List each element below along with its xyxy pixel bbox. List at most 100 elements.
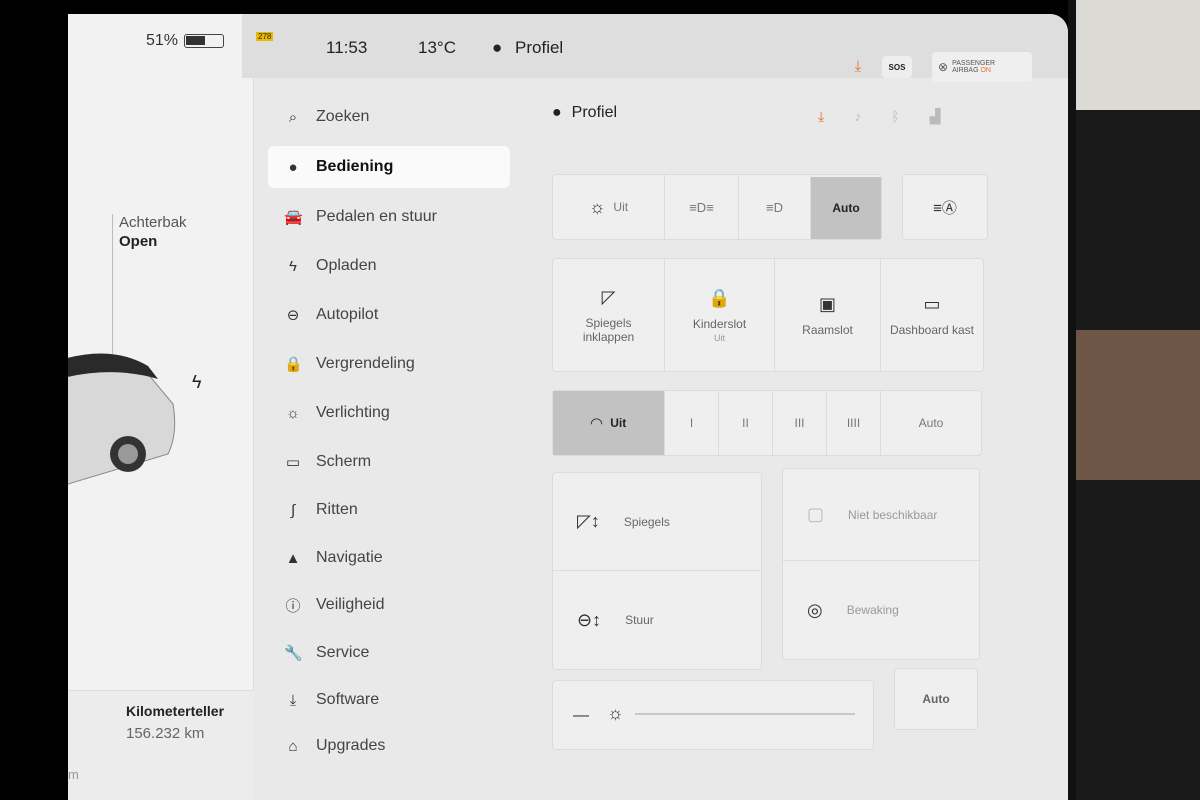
tile-label: Kinderslot xyxy=(692,316,747,331)
nav-item-veiligheid[interactable]: ⓘ Veiligheid xyxy=(268,584,510,626)
car-image xyxy=(68,353,176,485)
nav-label: Software xyxy=(316,691,380,708)
parking-lights-icon: ≡D≡ xyxy=(689,199,714,215)
wipers-auto-label: Auto xyxy=(918,416,944,430)
trunk-label: Achterbak xyxy=(119,214,187,231)
nav-label: Vergrendeling xyxy=(316,355,415,372)
nav-item-opladen[interactable]: ϟ Opladen xyxy=(268,245,510,287)
sentry-icon: ◎ xyxy=(807,599,823,620)
tile-sub: Uit xyxy=(714,332,725,343)
steering-wheel-icon: ⊖ xyxy=(286,307,300,324)
profile-label: Profiel xyxy=(515,38,564,57)
wood-trim xyxy=(1068,330,1200,480)
search-label: Zoeken xyxy=(316,108,370,125)
glovebox-button[interactable]: ▭ Dashboard kast xyxy=(881,259,983,371)
person-icon: ● xyxy=(492,38,503,57)
nav-item-ritten[interactable]: ∫ Ritten xyxy=(268,489,510,531)
adjust-mirrors-button[interactable]: ◸↕ Spiegels xyxy=(553,473,761,571)
trips-icon: ∫ xyxy=(290,501,296,519)
child-lock-button[interactable]: 🔒 Kinderslot Uit xyxy=(665,259,775,371)
airbag-line1: PASSENGER xyxy=(952,60,996,67)
wipers-off-button[interactable]: ◠ Uit xyxy=(553,391,665,455)
wiper-speed-2[interactable]: II xyxy=(719,391,773,455)
airbag-line2: AIRBAG xyxy=(952,67,979,74)
download-icon[interactable]: ⤓ xyxy=(844,54,872,78)
odometer: Kilometerteller 156.232 km m xyxy=(68,690,254,800)
quick-controls: ◸ Spiegels inklappen 🔒 Kinderslot Uit ▣ … xyxy=(552,258,984,372)
speed-limit-badge: 278 xyxy=(256,32,274,41)
fold-mirrors-button[interactable]: ◸ Spiegels inklappen xyxy=(553,259,665,371)
lights-off-label: Uit xyxy=(613,200,629,214)
window-lock-button[interactable]: ▣ Raamslot xyxy=(775,259,881,371)
toggle-icon: ● xyxy=(288,158,298,176)
profile-header[interactable]: ● Profiel xyxy=(552,104,617,122)
sun-icon: ☼ xyxy=(286,404,300,422)
brightness-slider[interactable] xyxy=(635,713,855,715)
nav-item-bediening[interactable]: ● Bediening xyxy=(268,146,510,188)
wiper-speed-label: II xyxy=(742,416,749,430)
airbag-icon: ⊗ xyxy=(938,60,949,74)
nav-item-autopilot[interactable]: ⊖ Autopilot xyxy=(268,294,510,336)
search-item[interactable]: ⌕ Zoeken xyxy=(268,96,510,138)
bolt-icon: ϟ xyxy=(289,257,297,275)
download-icon[interactable]: ⤓ xyxy=(818,108,824,125)
dashboard-background xyxy=(1068,0,1200,800)
wiper-icon: ◠ xyxy=(590,415,603,432)
adjust-steering-button[interactable]: ⊖↕ Stuur xyxy=(553,571,761,669)
auto-high-beam-button[interactable]: ≡Ⓐ xyxy=(902,174,988,240)
wiper-speed-1[interactable]: I xyxy=(665,391,719,455)
sentry-mode-button[interactable]: ◎ Bewaking xyxy=(783,561,979,659)
parking-lights-button[interactable]: ≡D≡ xyxy=(665,175,739,239)
bell-icon[interactable]: ♪ xyxy=(854,108,861,125)
battery-indicator: 51% xyxy=(146,32,225,50)
lights-off-button[interactable]: ☼ Uit xyxy=(553,175,665,239)
person-icon: ● xyxy=(552,104,562,121)
nav-item-scherm[interactable]: ▭ Scherm xyxy=(268,441,510,483)
status-bar: 278 11:53 13°C ● Profiel ⤓ SOS ⊗ PASSENG… xyxy=(242,14,1068,82)
sos-button[interactable]: SOS xyxy=(882,56,912,78)
wiper-speed-3[interactable]: III xyxy=(773,391,827,455)
screen-frame xyxy=(1068,0,1076,800)
nav-label: Upgrades xyxy=(316,737,386,754)
nav-item-vergrendeling[interactable]: 🔒 Vergrendeling xyxy=(268,343,510,385)
nav-label: Scherm xyxy=(316,453,372,470)
trunk-status[interactable]: Achterbak Open xyxy=(112,214,187,354)
nav-item-software[interactable]: ⤓ Software xyxy=(268,679,510,721)
low-beam-icon: ≡D xyxy=(766,199,783,215)
mirror-adjust-icon: ◸↕ xyxy=(577,511,600,531)
bluetooth-icon[interactable]: ᛒ xyxy=(891,108,899,125)
nav-item-verlichting[interactable]: ☼ Verlichting xyxy=(268,392,510,434)
glovebox-icon: ▭ xyxy=(923,293,941,314)
battery-icon xyxy=(184,34,225,48)
header-icons: ⤓ ♪ ᛒ ▟ xyxy=(818,108,940,125)
profile-button[interactable]: ● Profiel xyxy=(492,38,563,58)
auto-high-beam-icon: ≡Ⓐ xyxy=(933,199,957,217)
adjust-steering-label: Stuur xyxy=(625,613,654,627)
nav-label: Opladen xyxy=(316,257,377,274)
lights-auto-button[interactable]: Auto xyxy=(811,177,881,239)
nav-item-navigatie[interactable]: ▲ Navigatie xyxy=(268,537,510,579)
profile-title: Profiel xyxy=(571,104,618,121)
nav-label: Pedalen en stuur xyxy=(316,208,437,225)
odometer-stub: m xyxy=(68,767,79,782)
nav-item-service[interactable]: 🔧 Service xyxy=(268,632,510,674)
brightness-auto-button[interactable]: Auto xyxy=(894,668,978,730)
display-icon: ▭ xyxy=(285,454,301,471)
nav-item-upgrades[interactable]: ⌂ Upgrades xyxy=(268,725,510,767)
brightness-sun-icon: ☼ xyxy=(607,703,624,723)
nav-label: Service xyxy=(316,644,370,661)
adjust-block: ◸↕ Spiegels ⊖↕ Stuur xyxy=(552,472,762,670)
tile-label-2: inklappen xyxy=(582,329,635,344)
tile-label: Dashboard kast xyxy=(889,322,975,337)
brightness-control: — ☼ xyxy=(552,680,874,750)
wipers-auto-button[interactable]: Auto xyxy=(881,391,981,455)
odometer-value: 156.232 km xyxy=(126,725,205,742)
nav-item-pedalen[interactable]: 🚘 Pedalen en stuur xyxy=(268,196,510,238)
child-lock-icon: 🔒 xyxy=(708,287,731,308)
sentry-label: Bewaking xyxy=(846,603,899,617)
window-lock-icon: ▣ xyxy=(818,293,836,314)
wiper-speed-4[interactable]: IIII xyxy=(827,391,881,455)
nav-label: Bediening xyxy=(316,158,394,175)
tile-label: Raamslot xyxy=(802,322,853,337)
low-beam-button[interactable]: ≡D xyxy=(739,175,811,239)
